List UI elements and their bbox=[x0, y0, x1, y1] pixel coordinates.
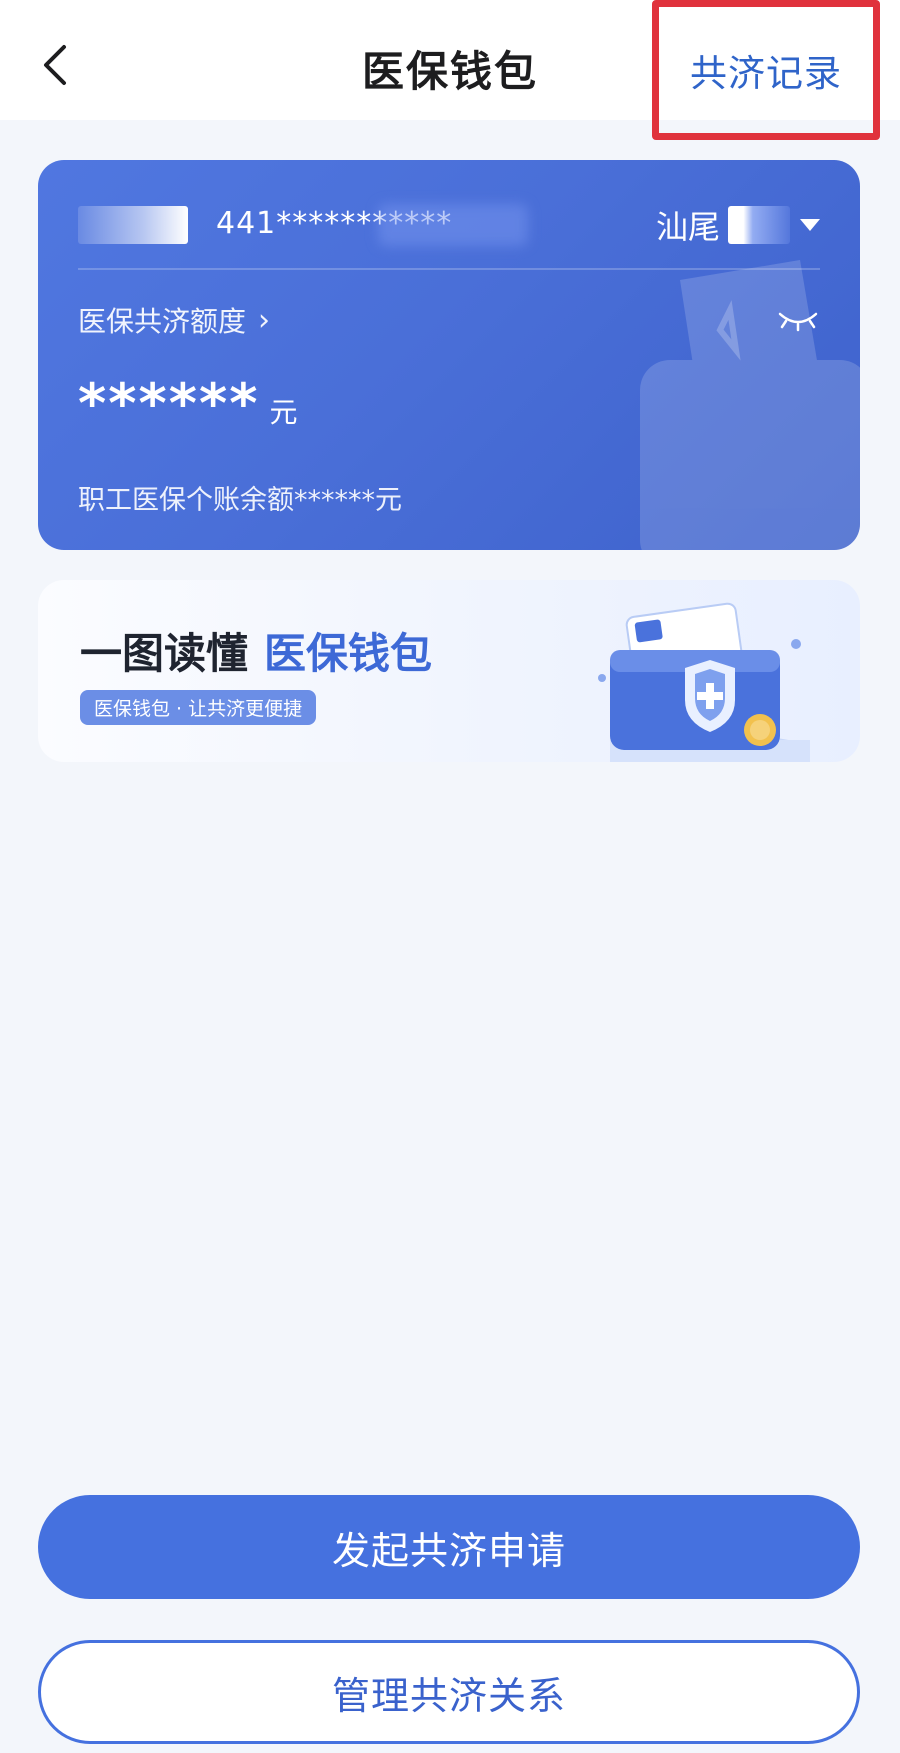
region-selector[interactable]: 汕尾 bbox=[656, 200, 820, 250]
caret-down-icon bbox=[800, 219, 820, 231]
guide-banner[interactable]: 一图读懂 医保钱包 医保钱包 · 让共济更便捷 bbox=[38, 580, 860, 762]
card-header-row: 441*********** 汕尾 bbox=[78, 200, 820, 250]
amount-value: ****** bbox=[78, 372, 260, 435]
quota-amount: ****** 元 bbox=[78, 372, 297, 435]
account-balance: 职工医保个账余额******元 bbox=[78, 485, 402, 516]
chevron-right-icon: › bbox=[258, 302, 271, 338]
eye-closed-icon[interactable] bbox=[776, 308, 820, 332]
card-watermark-illustration bbox=[640, 260, 860, 550]
blurred-area bbox=[378, 204, 528, 246]
banner-title-part1: 一图读懂 bbox=[80, 629, 249, 678]
masked-region bbox=[728, 206, 790, 244]
card-divider bbox=[78, 268, 820, 270]
wallet-card: 441*********** 汕尾 医保共济额度 › ****** 元 职工医保… bbox=[38, 160, 860, 550]
wallet-illustration bbox=[598, 602, 810, 762]
masked-name bbox=[78, 206, 188, 244]
banner-title: 一图读懂 医保钱包 bbox=[80, 620, 432, 681]
banner-tag: 医保钱包 · 让共济更便捷 bbox=[80, 690, 317, 725]
amount-unit: 元 bbox=[269, 396, 298, 429]
start-sharing-button[interactable]: 发起共济申请 bbox=[38, 1495, 860, 1599]
shared-records-link[interactable]: 共济记录 bbox=[652, 0, 880, 140]
banner-title-part2: 医保钱包 bbox=[264, 629, 433, 678]
quota-label: 医保共济额度 bbox=[78, 305, 247, 338]
region-label: 汕尾 bbox=[655, 208, 720, 246]
quota-link[interactable]: 医保共济额度 › bbox=[78, 300, 270, 340]
manage-sharing-button[interactable]: 管理共济关系 bbox=[38, 1640, 860, 1744]
